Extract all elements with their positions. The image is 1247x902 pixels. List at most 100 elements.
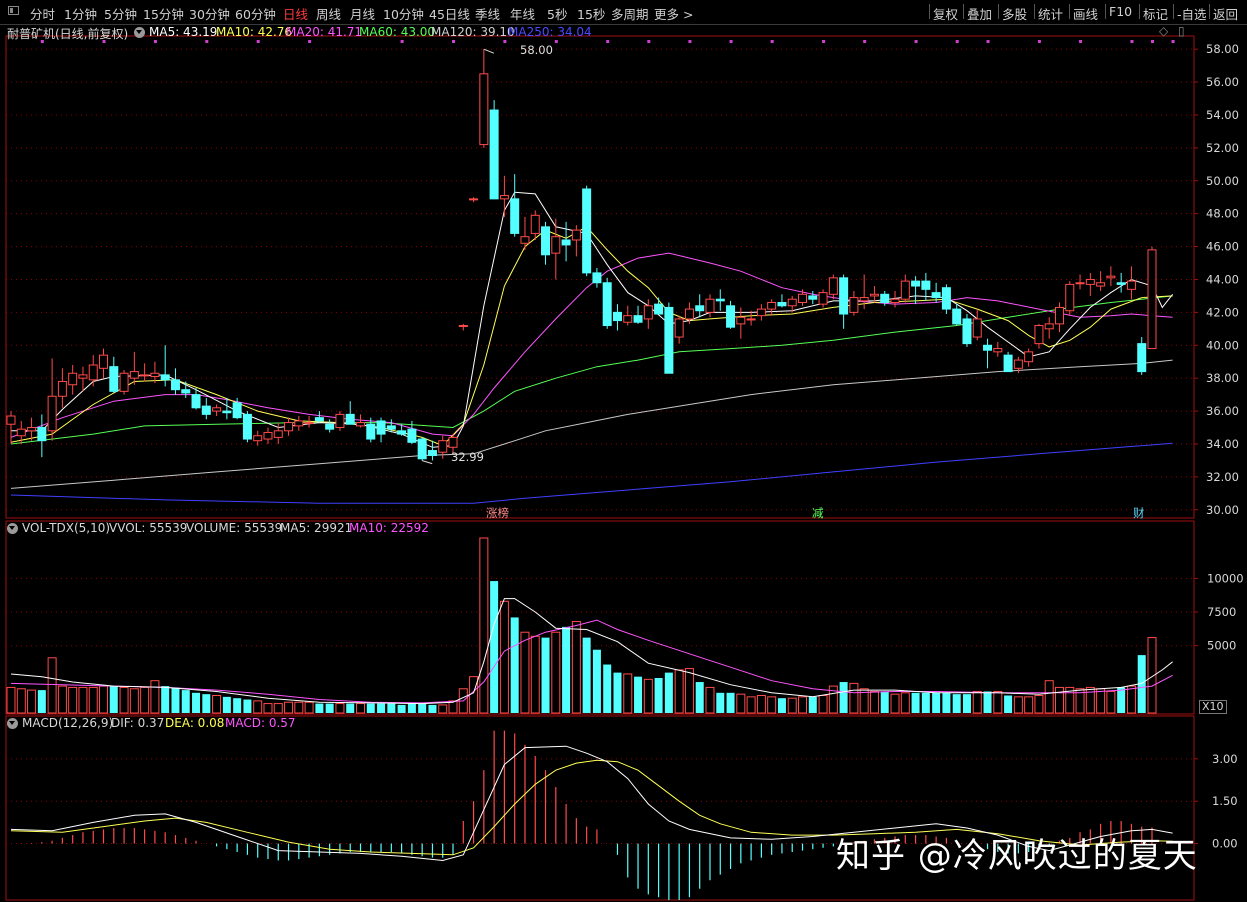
volume-bar-up bbox=[438, 704, 448, 714]
volume-bar-up bbox=[1126, 685, 1136, 714]
candle-body-down bbox=[222, 410, 232, 414]
price-tick-label: 52.00 bbox=[1206, 141, 1239, 155]
volume-bar-down bbox=[777, 698, 786, 713]
panel-layout-icon[interactable]: ▯ bbox=[1178, 24, 1185, 38]
candle-body-up bbox=[993, 348, 1003, 353]
price-tick-label: 32.00 bbox=[1206, 470, 1239, 484]
candle-body-up bbox=[1013, 359, 1023, 369]
candle-body-down bbox=[941, 287, 951, 310]
candle-body-down bbox=[983, 344, 993, 351]
volume-bar-down bbox=[613, 672, 622, 713]
volume-bar-up bbox=[27, 689, 37, 714]
candle-body-down bbox=[1116, 282, 1126, 285]
ma10-line bbox=[10, 226, 1173, 447]
vvol-value: VVOL: 55539 bbox=[109, 521, 188, 535]
volume-bar-up bbox=[1024, 696, 1034, 714]
low-price-label: 32.99 bbox=[451, 450, 484, 464]
event-marker-finance[interactable]: 财 bbox=[1133, 505, 1145, 521]
volume-ma-lines bbox=[10, 598, 1173, 705]
price-annotations bbox=[40, 40, 1175, 465]
candle-body-down bbox=[880, 293, 890, 303]
event-marker-limit-up[interactable]: 涨榜 bbox=[486, 505, 509, 521]
volume-bar-down bbox=[634, 676, 643, 713]
volume-bar-down bbox=[880, 691, 889, 713]
ma60-value: MA60: 43.00 bbox=[359, 25, 436, 39]
volume-bar-up bbox=[499, 600, 509, 714]
candle-body-down bbox=[726, 305, 736, 328]
candle-body-up bbox=[900, 280, 910, 300]
candle-body-down bbox=[242, 413, 252, 440]
volume-bar-up bbox=[469, 676, 479, 714]
volume-bar-up bbox=[16, 688, 26, 714]
candle-body-up bbox=[47, 395, 57, 432]
candle-body-down bbox=[633, 315, 643, 323]
candle-body-up bbox=[818, 292, 828, 305]
volume-bar-up bbox=[900, 692, 910, 714]
volume-bar-up bbox=[150, 680, 160, 714]
macd-tick-label: 1.50 bbox=[1212, 794, 1238, 808]
candle-body-down bbox=[201, 405, 211, 415]
candle-body-down bbox=[510, 198, 520, 234]
candle-body-up bbox=[212, 407, 222, 412]
volume-menu-icon[interactable] bbox=[7, 523, 18, 534]
volume-bar-up bbox=[684, 668, 694, 714]
candle-body-up bbox=[57, 380, 67, 397]
macd-menu-icon[interactable] bbox=[7, 718, 18, 729]
candle-body-up bbox=[828, 277, 838, 295]
candle-body-down bbox=[325, 423, 335, 430]
volume-unit: X10 bbox=[1199, 700, 1227, 714]
ma20-value: MA20: 41.71 bbox=[286, 25, 363, 39]
volume-bar-down bbox=[911, 692, 920, 713]
price-tick-label: 40.00 bbox=[1206, 338, 1239, 352]
ma-lines bbox=[10, 191, 1173, 504]
volume-bar-down bbox=[37, 690, 46, 713]
volume-bar-down bbox=[654, 678, 663, 713]
volume-bar-down bbox=[202, 694, 211, 713]
price-menu-icon[interactable] bbox=[134, 27, 145, 38]
volume-bar-up bbox=[294, 701, 304, 714]
price-tick-label: 54.00 bbox=[1206, 108, 1239, 122]
candle-body-down bbox=[715, 298, 725, 302]
volume-bar-up bbox=[88, 686, 98, 714]
event-dot bbox=[688, 40, 692, 43]
candle-body-up bbox=[6, 415, 16, 425]
event-marker-reduce[interactable]: 减 bbox=[812, 505, 824, 521]
low-arrow bbox=[422, 460, 433, 465]
candle-body-up bbox=[119, 372, 129, 392]
candle-body-down bbox=[839, 277, 849, 315]
candle-body-up bbox=[1106, 275, 1116, 279]
candle-body-down bbox=[232, 402, 242, 419]
volume-bar-down bbox=[192, 692, 201, 713]
volume-bar-up bbox=[304, 701, 314, 714]
candles bbox=[6, 49, 1157, 461]
volume-bar-up bbox=[571, 620, 581, 714]
candle-body-up bbox=[150, 372, 160, 378]
candle-body-up bbox=[284, 422, 294, 432]
price-tick-label: 50.00 bbox=[1206, 174, 1239, 188]
volume-bar-down bbox=[387, 703, 396, 713]
volume-bar-down bbox=[161, 686, 170, 713]
candle-body-up bbox=[890, 298, 900, 303]
candle-body-down bbox=[1137, 343, 1147, 373]
volume-bar-down bbox=[325, 703, 334, 713]
candle-body-down bbox=[407, 428, 417, 443]
stock-chart[interactable]: 58.00 56.00 54.00 52.00 50.00 48.00 46.00 44.00… bbox=[0, 0, 1247, 902]
candle-body-up bbox=[1044, 323, 1054, 330]
volume-bar-up bbox=[479, 537, 489, 714]
candle-body-up bbox=[623, 315, 633, 323]
volume-bar-up bbox=[253, 700, 263, 714]
candle-body-up bbox=[674, 318, 684, 338]
volume-tick-label: 10000 bbox=[1207, 571, 1244, 585]
macd-value: MACD: 0.57 bbox=[225, 716, 296, 730]
ma120-line bbox=[10, 359, 1173, 489]
candle-body-up bbox=[787, 298, 797, 307]
candle-body-up bbox=[263, 431, 273, 440]
price-tick-label: 58.00 bbox=[1206, 42, 1239, 56]
volume-bar-down bbox=[233, 698, 242, 713]
candle-body-up bbox=[1054, 306, 1064, 325]
diamond-icon[interactable]: ◇ bbox=[1159, 24, 1168, 38]
volume-y-axis: 10000 7500 5000 bbox=[6, 571, 1244, 653]
event-dot bbox=[1079, 40, 1083, 43]
event-dot bbox=[914, 40, 918, 43]
candle-body-up bbox=[798, 293, 808, 303]
